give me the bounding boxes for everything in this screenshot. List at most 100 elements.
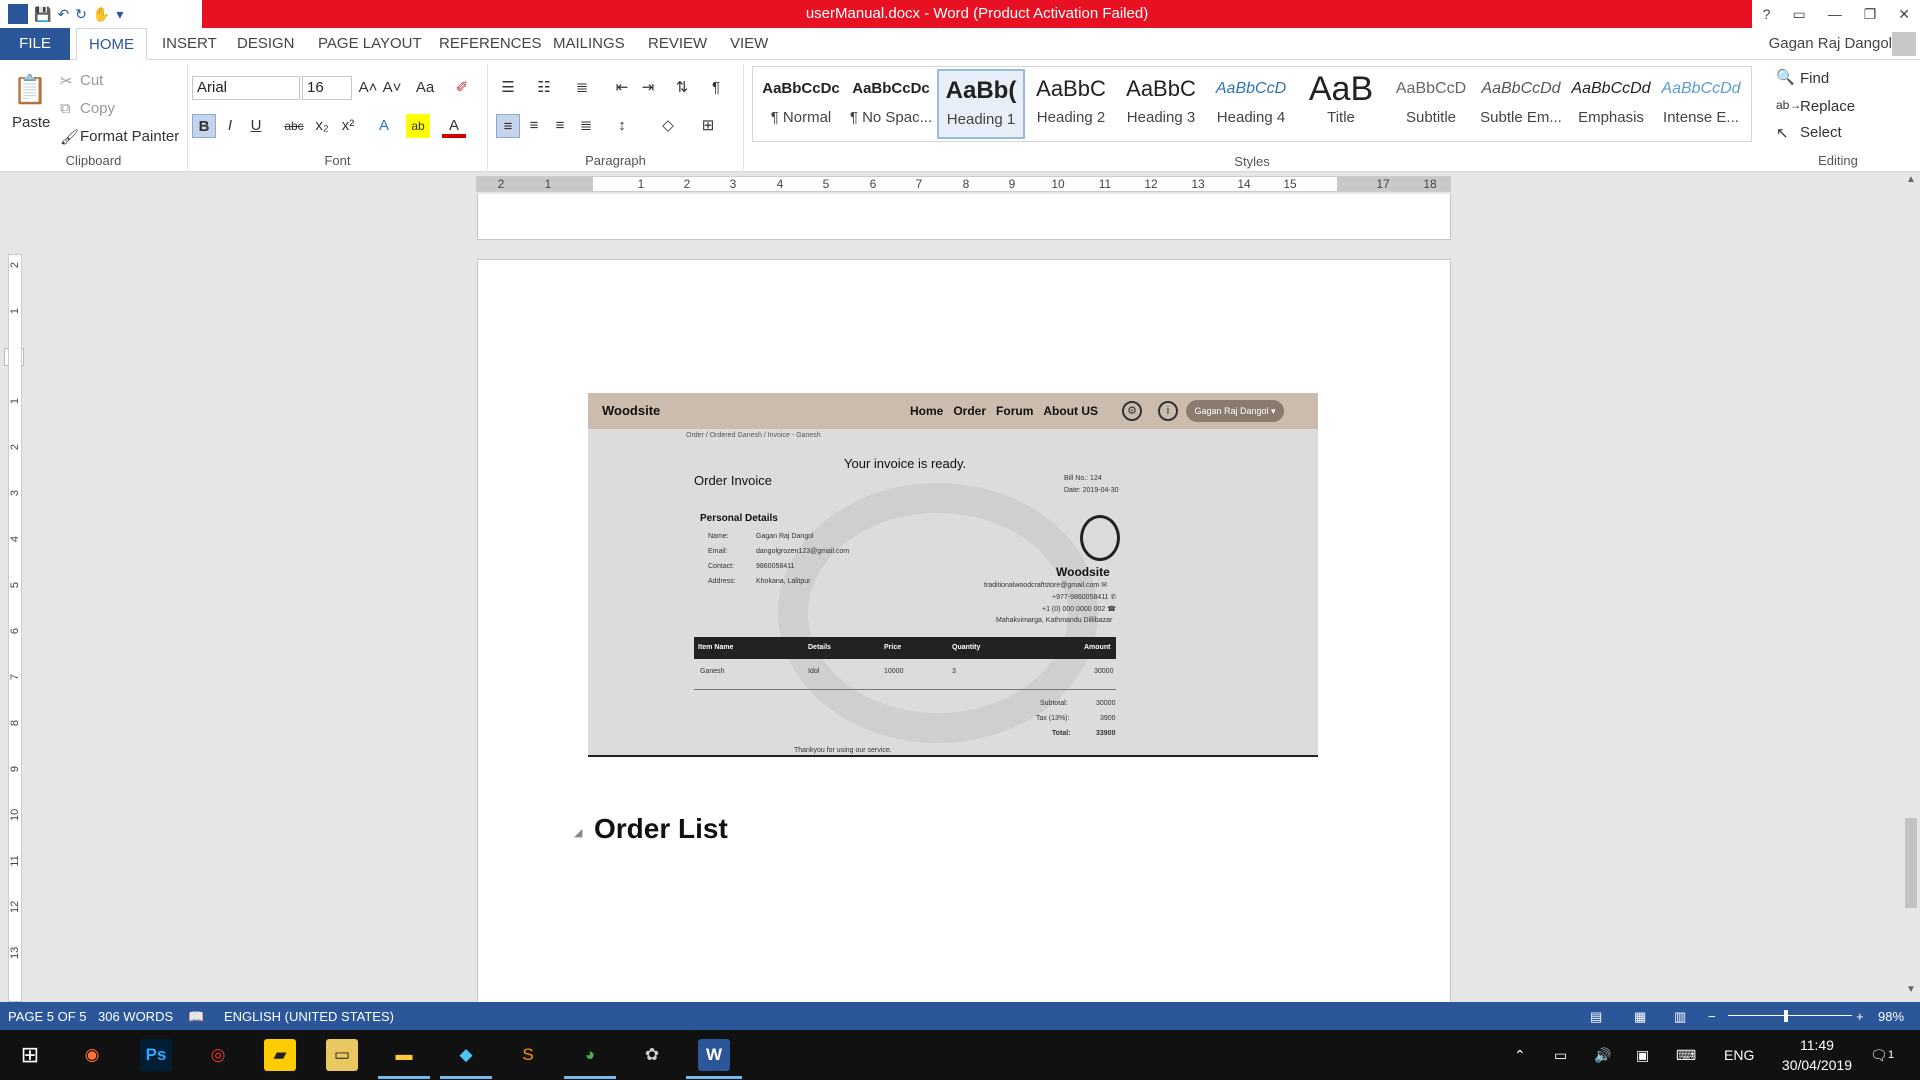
shrink-font-button[interactable]: A˅ xyxy=(380,76,404,100)
font-size-select[interactable]: 16 xyxy=(302,76,352,100)
network-icon[interactable]: ▣ xyxy=(1636,1030,1649,1080)
style-subtitle[interactable]: AaBbCcD Subtitle xyxy=(1387,69,1475,139)
touch-mode-icon[interactable]: ✋ xyxy=(93,6,110,23)
decrease-indent-icon[interactable]: ⇤ xyxy=(610,76,634,100)
read-mode-icon[interactable]: ▤ xyxy=(1590,1009,1602,1025)
style-heading-3[interactable]: AaBbC Heading 3 xyxy=(1117,69,1205,139)
firefox-icon[interactable]: ◉ xyxy=(76,1039,108,1071)
git-icon[interactable]: ◆ xyxy=(450,1039,482,1071)
style-title[interactable]: AaB Title xyxy=(1297,69,1385,139)
zoom-level[interactable]: 98% xyxy=(1878,1009,1904,1024)
avatar[interactable] xyxy=(1892,32,1916,56)
copy-button[interactable]: Copy xyxy=(80,100,115,117)
undo-icon[interactable]: ↶ xyxy=(57,6,69,23)
customize-qat-icon[interactable]: ▾ xyxy=(116,6,123,23)
sort-icon[interactable]: ⇅ xyxy=(670,76,694,100)
tab-page-layout[interactable]: PAGE LAYOUT xyxy=(306,28,434,60)
tab-review[interactable]: REVIEW xyxy=(636,28,719,60)
paint-icon[interactable]: ✿ xyxy=(636,1039,668,1071)
cut-icon[interactable]: ✂ xyxy=(60,72,73,90)
document-page[interactable]: Woodsite Home Order Forum About US ⚙ i G… xyxy=(477,259,1451,1009)
tab-file[interactable]: FILE xyxy=(0,28,70,60)
language-status[interactable]: ENGLISH (UNITED STATES) xyxy=(224,1009,394,1024)
cut-button[interactable]: Cut xyxy=(80,72,103,89)
sticky-notes-icon[interactable]: ▰ xyxy=(264,1039,296,1071)
font-family-select[interactable]: Arial xyxy=(192,76,300,100)
style-emphasis[interactable]: AaBbCcDd Emphasis xyxy=(1567,69,1655,139)
zoom-out-button[interactable]: − xyxy=(1708,1009,1716,1024)
style-no-spacing[interactable]: AaBbCcDc ¶ No Spac... xyxy=(847,69,935,139)
scrollbar-thumb[interactable] xyxy=(1905,818,1917,908)
superscript-button[interactable]: x² xyxy=(336,114,360,138)
tab-home[interactable]: HOME xyxy=(76,28,147,60)
minimize-icon[interactable]: — xyxy=(1828,6,1842,22)
copy-icon[interactable]: ⧉ xyxy=(60,100,71,117)
volume-icon[interactable]: 🔊 xyxy=(1594,1030,1611,1080)
find-button[interactable]: Find xyxy=(1800,70,1829,87)
grow-font-button[interactable]: A˄ xyxy=(356,76,380,100)
word-count[interactable]: 306 WORDS xyxy=(98,1009,173,1024)
increase-indent-icon[interactable]: ⇥ xyxy=(636,76,660,100)
keyboard-icon[interactable]: ⌨ xyxy=(1676,1030,1696,1080)
align-center-icon[interactable]: ≡ xyxy=(522,114,546,138)
font-color-button[interactable]: A xyxy=(442,114,466,138)
file-explorer-icon[interactable]: ▬ xyxy=(388,1039,420,1071)
windows-start-icon[interactable]: ⊞ xyxy=(14,1039,46,1071)
underline-button[interactable]: U xyxy=(244,114,268,138)
paste-icon[interactable]: 📋 xyxy=(12,72,48,108)
strikethrough-button[interactable]: abc xyxy=(280,114,308,138)
borders-icon[interactable]: ⊞ xyxy=(696,114,720,138)
show-hidden-icons[interactable]: ⌃ xyxy=(1514,1030,1526,1080)
format-painter-icon[interactable]: 🖌 xyxy=(60,128,79,146)
scroll-down-icon[interactable]: ▼ xyxy=(1902,984,1920,1000)
style-normal[interactable]: AaBbCcDc ¶ Normal xyxy=(757,69,845,139)
proofing-icon[interactable]: 📖 xyxy=(188,1009,204,1025)
scroll-up-icon[interactable]: ▲ xyxy=(1902,174,1920,190)
vertical-scrollbar[interactable]: ▲ ▼ xyxy=(1902,172,1920,1002)
save-icon[interactable]: 💾 xyxy=(34,6,51,23)
notes-icon[interactable]: ▭ xyxy=(326,1039,358,1071)
app-icon[interactable]: ◎ xyxy=(202,1039,234,1071)
shading-icon[interactable]: ◇ xyxy=(656,114,680,138)
print-layout-icon[interactable]: ▦ xyxy=(1634,1009,1646,1025)
restore-icon[interactable]: ❐ xyxy=(1864,6,1877,23)
justify-icon[interactable]: ≣ xyxy=(574,114,598,138)
italic-button[interactable]: I xyxy=(218,114,242,138)
collapse-heading-icon[interactable]: ◢ xyxy=(574,826,582,839)
multilevel-list-icon[interactable]: ≣ xyxy=(570,76,594,100)
format-painter-button[interactable]: Format Painter xyxy=(80,128,179,145)
vertical-ruler[interactable]: 2 1 1 2 3 4 5 6 7 8 9 10 11 12 13 xyxy=(8,254,22,1002)
user-name[interactable]: Gagan Raj Dangol xyxy=(1769,28,1892,60)
clock[interactable]: 11:49 30/04/2019 xyxy=(1782,1035,1852,1075)
bold-button[interactable]: B xyxy=(192,114,216,138)
style-intense-emphasis[interactable]: AaBbCcDd Intense E... xyxy=(1657,69,1745,139)
find-icon[interactable]: 🔍 xyxy=(1776,68,1795,86)
photoshop-icon[interactable]: Ps xyxy=(140,1039,172,1071)
align-left-icon[interactable]: ≡ xyxy=(496,114,520,138)
close-icon[interactable]: ✕ xyxy=(1898,6,1910,23)
highlight-button[interactable]: ab xyxy=(406,114,430,138)
notification-icon[interactable]: 🗨 xyxy=(1870,1030,1888,1080)
sublime-icon[interactable]: S xyxy=(512,1039,544,1071)
zoom-slider-thumb[interactable] xyxy=(1784,1010,1788,1022)
redo-icon[interactable]: ↻ xyxy=(75,6,87,23)
page-count[interactable]: PAGE 5 OF 5 xyxy=(8,1009,87,1024)
horizontal-ruler[interactable]: 2 1 1 2 3 4 5 6 7 8 9 10 11 12 13 14 15 … xyxy=(476,176,1451,192)
select-button[interactable]: Select xyxy=(1800,124,1842,141)
tab-mailings[interactable]: MAILINGS xyxy=(541,28,637,60)
replace-icon[interactable]: ab→ xyxy=(1776,98,1801,112)
order-list-heading[interactable]: Order List xyxy=(594,813,728,845)
text-effects-button[interactable]: A xyxy=(372,114,396,138)
style-heading-4[interactable]: AaBbCcD Heading 4 xyxy=(1207,69,1295,139)
numbering-icon[interactable]: ☷ xyxy=(532,76,556,100)
help-icon[interactable]: ? xyxy=(1763,6,1771,22)
paste-button[interactable]: Paste xyxy=(12,114,50,131)
zoom-in-button[interactable]: + xyxy=(1856,1009,1864,1024)
change-case-button[interactable]: Aa xyxy=(410,76,440,100)
style-heading-2[interactable]: AaBbC Heading 2 xyxy=(1027,69,1115,139)
style-subtle-emphasis[interactable]: AaBbCcDd Subtle Em... xyxy=(1477,69,1565,139)
tab-references[interactable]: REFERENCES xyxy=(427,28,554,60)
line-spacing-icon[interactable]: ↕ xyxy=(610,114,634,138)
tab-view[interactable]: VIEW xyxy=(718,28,780,60)
subscript-button[interactable]: x₂ xyxy=(310,114,334,138)
